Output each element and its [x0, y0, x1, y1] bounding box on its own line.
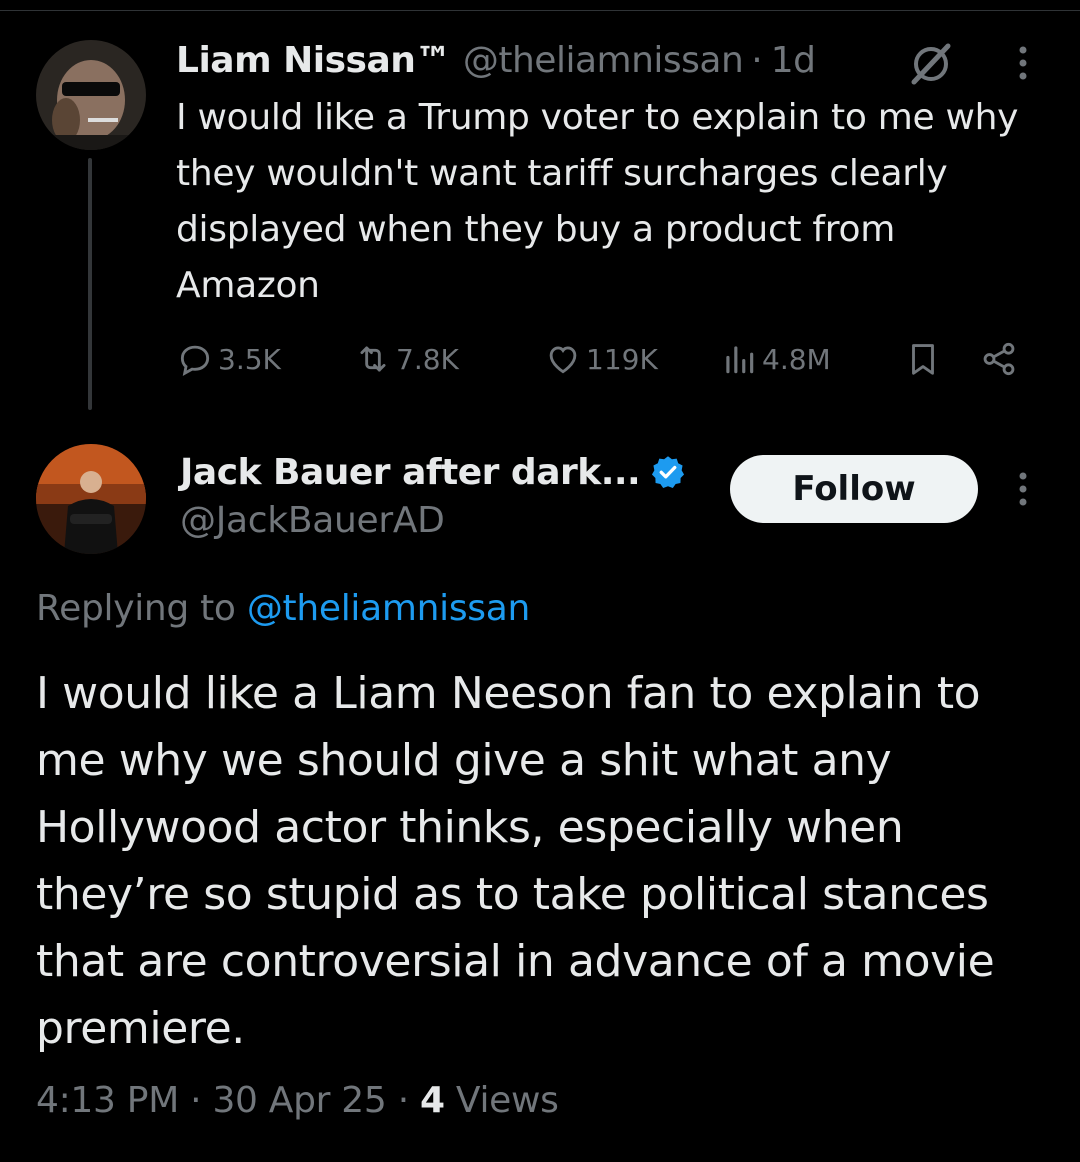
views-count: 4.8M	[762, 342, 831, 376]
more-dots-icon[interactable]	[1008, 466, 1038, 512]
bookmark-icon	[912, 344, 934, 375]
views-icon	[726, 346, 754, 374]
reply-author-name[interactable]: Jack Bauer after dark...	[180, 452, 641, 493]
more-dots-icon[interactable]	[1008, 40, 1038, 86]
parent-author-name[interactable]: Liam Nissan™	[176, 40, 451, 81]
like-count: 119K	[586, 342, 658, 376]
views-button[interactable]: 4.8M	[720, 334, 831, 384]
like-button[interactable]: 119K	[544, 334, 658, 384]
verified-badge-icon	[652, 456, 685, 489]
bookmark-button[interactable]	[904, 334, 946, 384]
heart-icon	[549, 346, 577, 374]
repost-button[interactable]: 7.8K	[354, 334, 459, 384]
replying-to-mention[interactable]: @theliamnissan	[247, 588, 531, 629]
reply-author-handle[interactable]: @JackBauerAD	[180, 500, 445, 541]
parent-timestamp[interactable]: 1d	[771, 40, 816, 81]
share-button[interactable]	[980, 334, 1022, 384]
repost-count: 7.8K	[396, 342, 459, 376]
reply-count: 3.5K	[218, 342, 281, 376]
reply-views-label: Views	[455, 1080, 559, 1121]
parent-action-bar: 3.5K 7.8K 119K 4.8M	[176, 334, 1036, 384]
reply-time[interactable]: 4:13 PM	[36, 1080, 179, 1121]
separator-dot: ·	[190, 1080, 202, 1121]
parent-author-handle[interactable]: @theliamnissan	[463, 40, 744, 81]
avatar-liam-nissan[interactable]	[36, 40, 146, 150]
follow-button[interactable]: Follow	[730, 455, 978, 523]
parent-tweet-text: I would like a Trump voter to explain to…	[176, 97, 1019, 306]
replying-prefix: Replying to	[36, 588, 247, 629]
reply-date[interactable]: 30 Apr 25	[212, 1080, 386, 1121]
separator-dot: ·	[751, 39, 763, 81]
reply-header: Jack Bauer after dark...	[180, 448, 686, 496]
separator-dot: ·	[397, 1080, 409, 1121]
avatar-jack-bauer[interactable]	[36, 444, 146, 554]
top-divider	[0, 10, 1080, 11]
reply-view-count: 4	[420, 1080, 445, 1121]
reply-button[interactable]: 3.5K	[176, 334, 281, 384]
reply-meta: 4:13 PM · 30 Apr 25 · 4 Views	[36, 1080, 559, 1121]
grok-icon[interactable]	[906, 40, 956, 86]
reply-tweet-text: I would like a Liam Neeson fan to explai…	[36, 668, 995, 1054]
reply-icon	[180, 345, 210, 376]
share-icon	[983, 342, 1015, 376]
repost-icon	[360, 346, 386, 372]
parent-tweet-header: Liam Nissan™ @theliamnissan · 1d	[176, 38, 816, 82]
thread-connector	[88, 158, 92, 410]
replying-to-line: Replying to @theliamnissan	[36, 588, 530, 629]
